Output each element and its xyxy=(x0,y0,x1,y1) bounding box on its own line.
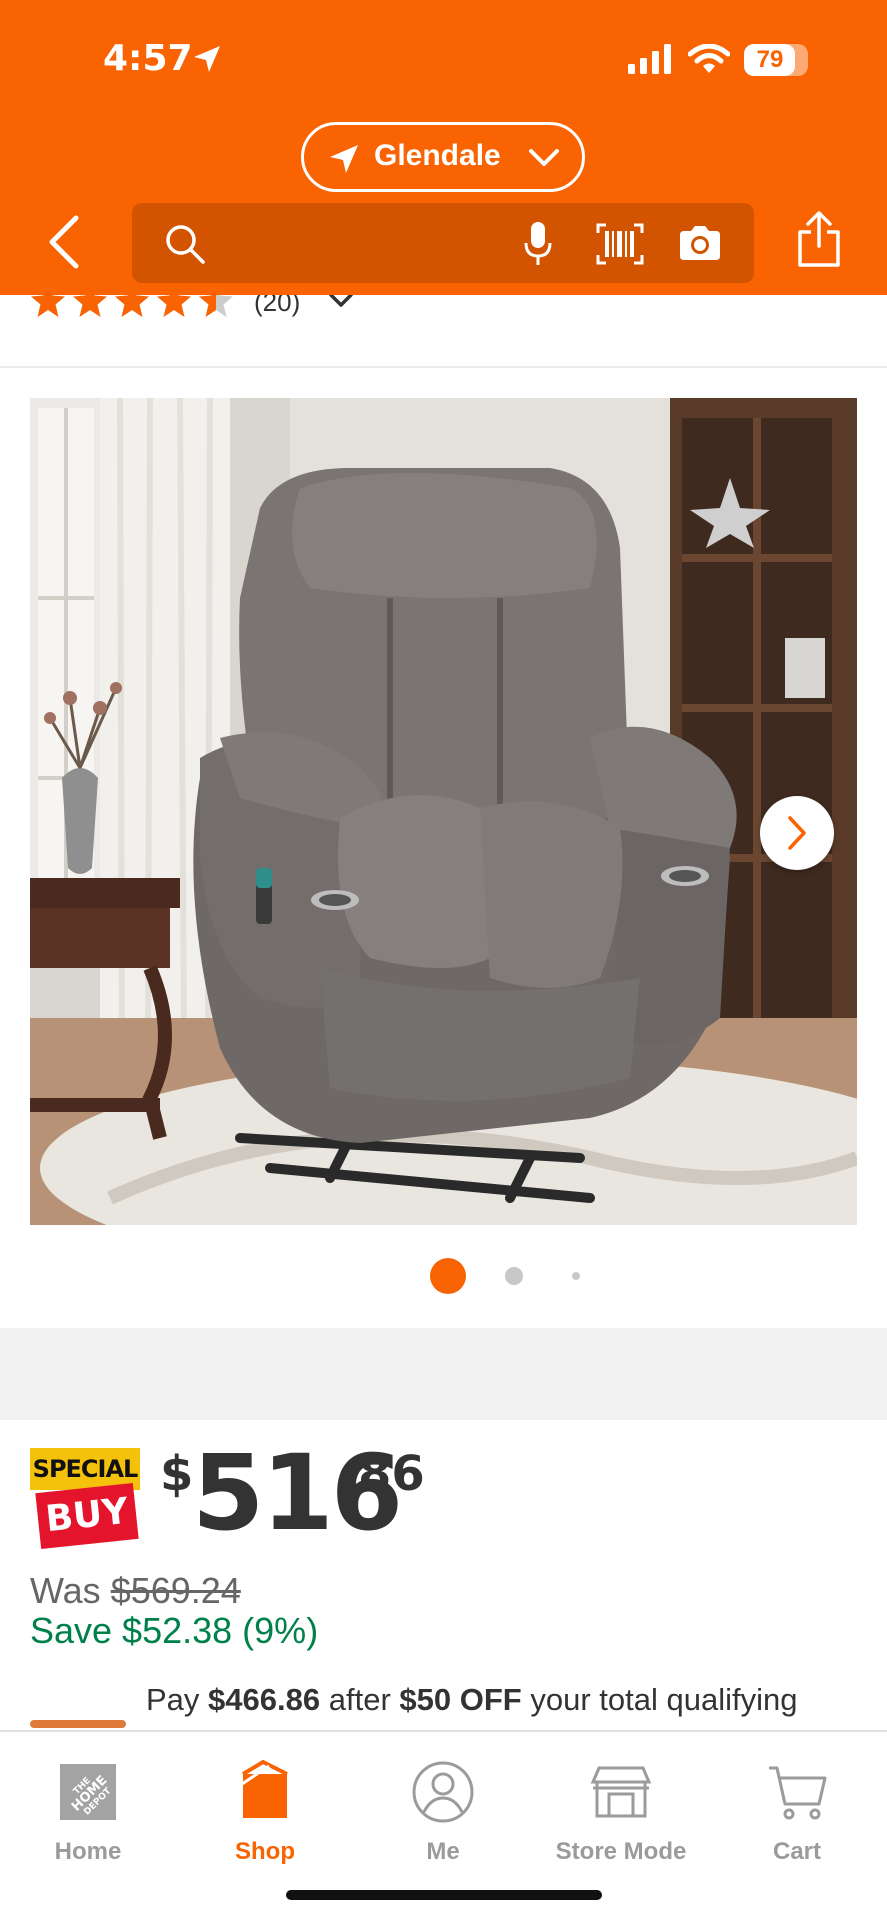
pagination-dot[interactable] xyxy=(430,1258,466,1294)
share-button[interactable] xyxy=(796,210,842,273)
chevron-left-icon xyxy=(49,215,79,269)
search-input[interactable] xyxy=(216,221,516,265)
rating-stars xyxy=(30,295,234,319)
promo-discount: $50 OFF xyxy=(399,1682,522,1717)
share-icon xyxy=(798,211,840,267)
review-count: (20) xyxy=(254,295,301,317)
price-cents: 86 xyxy=(358,1446,425,1502)
promo-prefix: Pay xyxy=(146,1682,200,1717)
search-icon xyxy=(164,223,206,270)
star-icon xyxy=(31,295,65,317)
nav-me-label: Me xyxy=(426,1838,460,1865)
nav-home[interactable]: THE HOME DEPOT Home xyxy=(3,1752,173,1872)
store-icon xyxy=(590,1766,652,1818)
store-location-name: Glendale xyxy=(374,139,501,172)
nav-shop[interactable]: Shop xyxy=(180,1752,350,1872)
status-time: 4:57 xyxy=(103,38,193,79)
app-header: 4:57 79 Glendale xyxy=(0,0,887,295)
home-depot-logo-icon: THE HOME DEPOT xyxy=(60,1764,116,1820)
star-icon xyxy=(157,295,191,317)
promo-text: Pay $466.86 after $50 OFF your total qua… xyxy=(146,1682,797,1718)
nav-cart[interactable]: Cart xyxy=(712,1752,882,1872)
back-button[interactable] xyxy=(44,214,84,270)
nav-shop-label: Shop xyxy=(235,1838,295,1865)
pagination-dot[interactable] xyxy=(505,1267,523,1285)
store-location-selector[interactable]: Glendale xyxy=(301,122,585,192)
search-bar[interactable] xyxy=(132,203,754,283)
product-page: 4:57 79 Glendale (20) SPECIAL BUY $ 516 … xyxy=(0,0,887,1920)
paint-bucket-icon xyxy=(238,1760,288,1818)
wifi-icon xyxy=(687,43,731,79)
savings-text: Save $52.38 (9%) xyxy=(30,1610,319,1651)
star-icon xyxy=(199,295,233,317)
next-image-button[interactable] xyxy=(760,796,834,870)
was-price: Was $569.24 xyxy=(30,1570,241,1612)
section-separator xyxy=(0,1328,887,1420)
promo-amount: $466.86 xyxy=(208,1682,321,1717)
nav-store-mode[interactable]: Store Mode xyxy=(536,1752,706,1872)
price-currency: $ xyxy=(160,1446,194,1502)
home-indicator xyxy=(286,1890,602,1900)
cellular-signal-icon xyxy=(628,44,674,79)
star-icon xyxy=(73,295,107,317)
user-account-icon xyxy=(412,1761,474,1823)
product-rating[interactable]: (20) xyxy=(0,295,887,325)
recliner-chair-photo xyxy=(30,398,857,1225)
promo-offer[interactable]: Pay $466.86 after $50 OFF your total qua… xyxy=(0,1680,887,1730)
battery-icon: 79 xyxy=(744,44,808,76)
badge-buy-text: BUY xyxy=(35,1483,139,1549)
chevron-down-icon xyxy=(328,295,354,314)
barcode-scan-icon[interactable] xyxy=(596,223,644,270)
chevron-down-icon xyxy=(528,147,560,174)
product-image[interactable] xyxy=(30,398,857,1225)
camera-icon[interactable] xyxy=(678,225,722,266)
promo-suffix: your total qualifying xyxy=(530,1682,798,1717)
nav-store-mode-label: Store Mode xyxy=(555,1838,687,1865)
battery-percent: 79 xyxy=(756,46,784,73)
cart-icon xyxy=(769,1766,827,1820)
divider xyxy=(0,366,887,368)
nav-cart-label: Cart xyxy=(772,1838,821,1865)
special-buy-badge: SPECIAL BUY xyxy=(30,1448,140,1549)
location-arrow-icon xyxy=(328,143,360,180)
star-icon xyxy=(115,295,149,317)
nav-me[interactable]: Me xyxy=(358,1752,528,1872)
location-arrow-icon xyxy=(192,44,222,79)
card-logo xyxy=(30,1720,126,1728)
promo-middle: after xyxy=(328,1682,391,1717)
original-price: $569.24 xyxy=(110,1570,241,1611)
microphone-icon[interactable] xyxy=(524,221,552,272)
chevron-right-icon xyxy=(788,816,806,850)
image-pagination-dots[interactable] xyxy=(0,1256,887,1296)
pagination-dot[interactable] xyxy=(572,1272,580,1280)
was-label: Was xyxy=(30,1570,101,1611)
nav-home-label: Home xyxy=(54,1838,122,1865)
status-bar: 4:57 79 xyxy=(0,0,887,120)
